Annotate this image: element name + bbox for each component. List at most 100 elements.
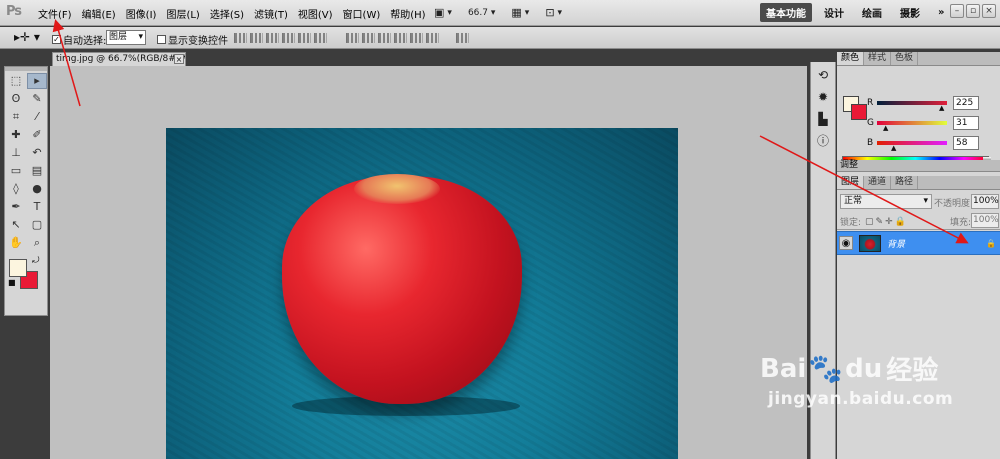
lasso-tool-icon[interactable]: ʘ — [6, 91, 26, 107]
menu-help[interactable]: 帮助(H) — [390, 6, 425, 21]
swap-colors-icon[interactable]: ⤾ — [32, 256, 40, 266]
auto-align-icon[interactable] — [456, 33, 469, 43]
hand-tool-icon[interactable]: ✋ — [6, 235, 26, 251]
tab-swatches[interactable]: 色板 — [891, 52, 919, 65]
menu-filter[interactable]: 滤镜(T) — [254, 6, 288, 21]
align-bottom-icon[interactable] — [266, 33, 279, 43]
tab-layers[interactable]: 图层 — [837, 176, 865, 189]
blue-value-input[interactable]: 58 — [953, 136, 979, 150]
red-value-input[interactable]: 225 — [953, 96, 979, 110]
extras-icon: ⊡ — [545, 6, 555, 19]
color-panel-background[interactable] — [851, 104, 867, 120]
tab-styles[interactable]: 样式 — [864, 52, 892, 65]
healing-brush-tool-icon[interactable]: ✚ — [6, 127, 26, 143]
zoom-level-button[interactable]: 66.7 ▾ — [464, 4, 499, 21]
auto-select-target-dropdown[interactable]: 图层 — [106, 30, 146, 45]
marquee-tool-icon[interactable]: ⬚ — [6, 73, 26, 89]
lock-options-icon[interactable]: ▢✎✛🔒 — [865, 217, 908, 227]
clone-stamp-tool-icon[interactable]: ⊥ — [6, 145, 26, 161]
distribute-hcenter-icon[interactable] — [410, 33, 423, 43]
document-close-button[interactable]: × — [174, 54, 184, 64]
tab-channels[interactable]: 通道 — [864, 176, 892, 189]
dodge-tool-icon[interactable]: ● — [27, 181, 47, 197]
move-tool-icon[interactable]: ▸ — [27, 73, 47, 89]
document-canvas-area[interactable] — [50, 66, 807, 459]
green-value-input[interactable]: 31 — [953, 116, 979, 130]
align-hcenter-icon[interactable] — [298, 33, 311, 43]
color-panel-tabs: 颜色 样式 色板 — [837, 52, 1000, 66]
history-icon[interactable]: ⟲ — [814, 66, 832, 84]
eraser-tool-icon[interactable]: ▭ — [6, 163, 26, 179]
tab-paths[interactable]: 路径 — [891, 176, 919, 189]
menu-window[interactable]: 窗口(W) — [343, 6, 381, 21]
show-transform-checkbox[interactable]: 显示变换控件 — [157, 32, 228, 47]
crop-tool-icon[interactable]: ⌗ — [6, 109, 26, 125]
menu-image[interactable]: 图像(I) — [126, 6, 157, 21]
blue-slider[interactable]: ▲ — [877, 141, 947, 152]
document-image[interactable] — [166, 128, 678, 459]
eye-icon[interactable]: ◉ — [839, 236, 853, 250]
blend-mode-dropdown[interactable]: 正常 — [840, 194, 932, 209]
align-vcenter-icon[interactable] — [250, 33, 263, 43]
foreground-color-swatch[interactable] — [9, 259, 27, 277]
default-colors-icon[interactable]: ■ — [8, 278, 16, 287]
eyedropper-tool-icon[interactable]: ⁄ — [27, 109, 47, 125]
close-window-button[interactable]: × — [982, 4, 996, 18]
app-bar-tools: ▣ ▾ 66.7 ▾ ▦ ▾ ⊡ ▾ — [430, 4, 574, 21]
path-select-tool-icon[interactable]: ↖ — [6, 217, 26, 233]
pen-tool-icon[interactable]: ✒ — [6, 199, 26, 215]
auto-select-checkbox[interactable]: ✓ 自动选择: — [52, 32, 106, 47]
workspace-essentials[interactable]: 基本功能 — [760, 3, 812, 22]
brush-tool-icon[interactable]: ✐ — [27, 127, 47, 143]
extras-button[interactable]: ⊡ ▾ — [541, 4, 566, 21]
layer-name[interactable]: 背景 — [887, 237, 905, 250]
align-buttons — [234, 33, 330, 43]
align-left-icon[interactable] — [282, 33, 295, 43]
workspace-design[interactable]: 设计 — [818, 3, 850, 22]
blue-slider-thumb-icon[interactable]: ▲ — [891, 144, 896, 152]
distribute-bottom-icon[interactable] — [378, 33, 391, 43]
menu-layer[interactable]: 图层(L) — [166, 6, 199, 21]
tab-adjustments[interactable]: 调整 — [837, 160, 1000, 172]
color-panel: R ▲ 225 G ▲ 31 B ▲ 58 — [837, 66, 1000, 166]
zoom-tool-icon[interactable]: ⌕ — [27, 235, 47, 251]
screen-mode-button[interactable]: ▣ ▾ — [430, 4, 456, 21]
histogram-icon[interactable]: ▙ — [814, 110, 832, 128]
info-icon[interactable]: ⓘ — [814, 132, 832, 150]
blur-tool-icon[interactable]: ◊ — [6, 181, 26, 197]
minimize-button[interactable]: – — [950, 4, 964, 18]
distribute-right-icon[interactable] — [426, 33, 439, 43]
quick-select-tool-icon[interactable]: ✎ — [27, 91, 47, 107]
layer-row-background[interactable]: ◉ 背景 🔒 — [837, 231, 1000, 255]
shape-tool-icon[interactable]: ▢ — [27, 217, 47, 233]
workspace-painting[interactable]: 绘画 — [856, 3, 888, 22]
layer-thumbnail — [859, 235, 881, 252]
red-slider[interactable]: ▲ — [877, 101, 947, 112]
align-top-icon[interactable] — [234, 33, 247, 43]
menu-view[interactable]: 视图(V) — [298, 6, 333, 21]
maximize-button[interactable]: ▫ — [966, 4, 980, 18]
menu-select[interactable]: 选择(S) — [210, 6, 244, 21]
fill-input[interactable]: 100% — [971, 213, 999, 228]
align-right-icon[interactable] — [314, 33, 327, 43]
menu-edit[interactable]: 编辑(E) — [82, 6, 116, 21]
menu-file[interactable]: 文件(F) — [38, 6, 72, 21]
type-tool-icon[interactable]: T — [27, 199, 47, 215]
distribute-left-icon[interactable] — [394, 33, 407, 43]
tab-color[interactable]: 颜色 — [837, 52, 865, 65]
workspace-photography[interactable]: 摄影 — [894, 3, 926, 22]
arrange-docs-button[interactable]: ▦ ▾ — [507, 4, 533, 21]
green-slider-thumb-icon[interactable]: ▲ — [883, 124, 888, 132]
navigator-icon[interactable]: ✹ — [814, 88, 832, 106]
green-slider[interactable]: ▲ — [877, 121, 947, 132]
watermark-brand-suffix: du — [845, 353, 883, 384]
move-tool-preset-icon[interactable]: ▸✛ ▾ — [14, 30, 40, 44]
document-tab[interactable]: timg.jpg @ 66.7%(RGB/8#) * — [52, 52, 186, 66]
distribute-top-icon[interactable] — [346, 33, 359, 43]
gradient-tool-icon[interactable]: ▤ — [27, 163, 47, 179]
green-label: G — [867, 118, 874, 128]
distribute-vcenter-icon[interactable] — [362, 33, 375, 43]
opacity-input[interactable]: 100% — [971, 194, 999, 209]
history-brush-tool-icon[interactable]: ↶ — [27, 145, 47, 161]
red-slider-thumb-icon[interactable]: ▲ — [939, 104, 944, 112]
